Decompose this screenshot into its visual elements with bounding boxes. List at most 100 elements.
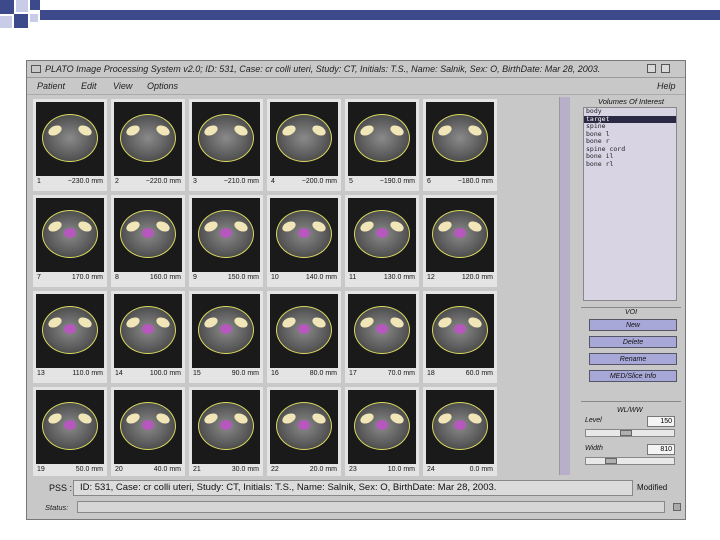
ct-slice-image bbox=[192, 102, 260, 176]
slice-thumbnail[interactable]: 13 110.0 mm bbox=[33, 291, 107, 383]
target-contour bbox=[376, 324, 388, 334]
width-slider[interactable] bbox=[585, 457, 675, 465]
slice-number: 11 bbox=[349, 274, 357, 281]
slice-thumbnail[interactable]: 19 50.0 mm bbox=[33, 387, 107, 476]
slice-thumbnail[interactable]: 1 −230.0 mm bbox=[33, 99, 107, 191]
menu-options[interactable]: Options bbox=[147, 78, 178, 94]
window-titlebar: PLATO Image Processing System v2.0; ID: … bbox=[27, 61, 685, 78]
level-slider[interactable] bbox=[585, 429, 675, 437]
menu-edit[interactable]: Edit bbox=[81, 78, 97, 94]
target-contour bbox=[220, 228, 232, 238]
slice-number: 10 bbox=[271, 274, 279, 281]
body-contour bbox=[42, 114, 98, 162]
status-bar: Status: bbox=[33, 501, 681, 515]
slice-position: 80.0 mm bbox=[309, 370, 337, 377]
status-label: Status: bbox=[45, 503, 69, 512]
slice-number: 21 bbox=[193, 466, 201, 473]
ct-slice-image bbox=[36, 294, 104, 368]
body-contour bbox=[432, 114, 488, 162]
menu-view[interactable]: View bbox=[113, 78, 132, 94]
slice-thumbnail[interactable]: 14 100.0 mm bbox=[111, 291, 185, 383]
slice-thumbnail[interactable]: 5 −190.0 mm bbox=[345, 99, 419, 191]
slice-thumbnail[interactable]: 8 160.0 mm bbox=[111, 195, 185, 287]
slice-thumbnail[interactable]: 16 80.0 mm bbox=[267, 291, 341, 383]
pss-label: PSS : bbox=[49, 483, 73, 493]
slide-deco-square-5 bbox=[30, 0, 40, 10]
grid-scrollbar[interactable] bbox=[559, 97, 570, 475]
slice-number: 1 bbox=[37, 178, 41, 185]
target-contour bbox=[298, 324, 310, 334]
slice-thumbnail[interactable]: 7 170.0 mm bbox=[33, 195, 107, 287]
slice-thumbnail[interactable]: 23 10.0 mm bbox=[345, 387, 419, 476]
menu-help[interactable]: Help bbox=[657, 78, 676, 94]
slide-deco-square-6 bbox=[30, 14, 38, 22]
target-contour bbox=[298, 420, 310, 430]
target-contour bbox=[454, 420, 466, 430]
slice-thumbnail[interactable]: 20 40.0 mm bbox=[111, 387, 185, 476]
width-label: Width bbox=[585, 445, 603, 452]
body-contour bbox=[276, 114, 332, 162]
slice-thumbnail[interactable]: 9 150.0 mm bbox=[189, 195, 263, 287]
minimize-icon[interactable] bbox=[647, 64, 656, 73]
slice-position: 140.0 mm bbox=[305, 274, 337, 281]
slice-number: 2 bbox=[115, 178, 119, 185]
ct-slice-image bbox=[348, 294, 416, 368]
slice-position: −220.0 mm bbox=[145, 178, 181, 185]
slice-number: 16 bbox=[271, 370, 279, 377]
med-slice-info-button[interactable]: MED/Slice Info bbox=[589, 370, 677, 382]
slice-number: 6 bbox=[427, 178, 431, 185]
width-slider-thumb[interactable] bbox=[605, 458, 617, 464]
ct-slice-image bbox=[426, 198, 494, 272]
slice-position: 150.0 mm bbox=[227, 274, 259, 281]
slice-thumbnail[interactable]: 11 130.0 mm bbox=[345, 195, 419, 287]
slice-thumbnail[interactable]: 15 90.0 mm bbox=[189, 291, 263, 383]
body-contour bbox=[120, 114, 176, 162]
window-menu-icon[interactable] bbox=[31, 65, 41, 73]
body-contour bbox=[354, 114, 410, 162]
rename-voi-button[interactable]: Rename bbox=[589, 353, 677, 365]
width-input[interactable]: 810 bbox=[647, 444, 675, 455]
maximize-icon[interactable] bbox=[661, 64, 670, 73]
slice-thumbnail[interactable]: 24 0.0 mm bbox=[423, 387, 497, 476]
level-input[interactable]: 150 bbox=[647, 416, 675, 427]
slice-position: 70.0 mm bbox=[387, 370, 415, 377]
target-contour bbox=[220, 324, 232, 334]
slice-thumbnail[interactable]: 6 −180.0 mm bbox=[423, 99, 497, 191]
slice-number: 23 bbox=[349, 466, 357, 473]
pss-info: ID: 531, Case: cr colli uteri, Study: CT… bbox=[73, 480, 633, 496]
slice-position: −200.0 mm bbox=[301, 178, 337, 185]
slice-thumbnail[interactable]: 22 20.0 mm bbox=[267, 387, 341, 476]
target-contour bbox=[142, 228, 154, 238]
slice-thumbnail[interactable]: 18 60.0 mm bbox=[423, 291, 497, 383]
target-contour bbox=[298, 228, 310, 238]
slice-position: 160.0 mm bbox=[149, 274, 181, 281]
delete-voi-button[interactable]: Delete bbox=[589, 336, 677, 348]
divider bbox=[581, 401, 681, 402]
slice-thumbnail[interactable]: 21 30.0 mm bbox=[189, 387, 263, 476]
slice-number: 17 bbox=[349, 370, 357, 377]
ct-slice-image bbox=[36, 390, 104, 464]
slide-title-bar bbox=[40, 10, 720, 20]
slice-thumbnail[interactable]: 3 −210.0 mm bbox=[189, 99, 263, 191]
slice-position: 20.0 mm bbox=[309, 466, 337, 473]
slice-thumbnail[interactable]: 10 140.0 mm bbox=[267, 195, 341, 287]
slice-number: 14 bbox=[115, 370, 123, 377]
voi-list[interactable]: body target spine bone l bone r spine cord bon… bbox=[583, 107, 677, 301]
level-slider-thumb[interactable] bbox=[620, 430, 633, 436]
slice-position: 50.0 mm bbox=[75, 466, 103, 473]
app-window: PLATO Image Processing System v2.0; ID: … bbox=[26, 60, 686, 520]
target-contour bbox=[64, 228, 76, 238]
slice-number: 3 bbox=[193, 178, 197, 185]
menu-patient[interactable]: Patient bbox=[37, 78, 65, 94]
ct-slice-image bbox=[192, 294, 260, 368]
slice-thumbnail[interactable]: 2 −220.0 mm bbox=[111, 99, 185, 191]
slice-position: 40.0 mm bbox=[153, 466, 181, 473]
slice-thumbnail[interactable]: 12 120.0 mm bbox=[423, 195, 497, 287]
new-voi-button[interactable]: New bbox=[589, 319, 677, 331]
voi-list-item[interactable]: bone rl bbox=[584, 160, 676, 169]
voi-title: Volumes Of Interest bbox=[598, 97, 664, 106]
slice-position: −190.0 mm bbox=[379, 178, 415, 185]
slice-position: 100.0 mm bbox=[149, 370, 181, 377]
slice-thumbnail[interactable]: 4 −200.0 mm bbox=[267, 99, 341, 191]
slice-thumbnail[interactable]: 17 70.0 mm bbox=[345, 291, 419, 383]
